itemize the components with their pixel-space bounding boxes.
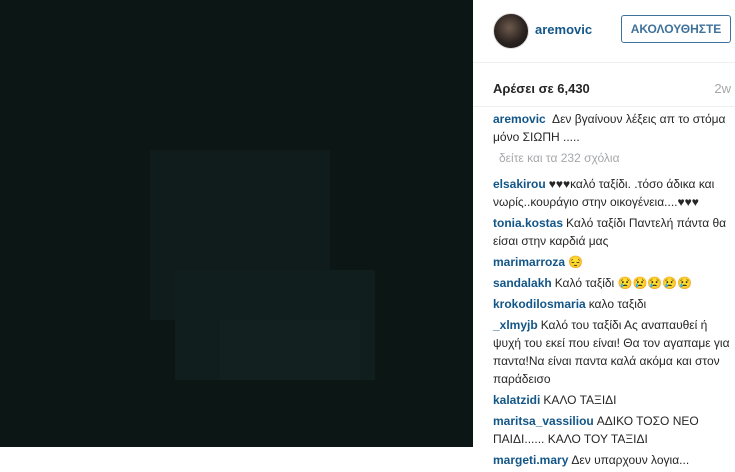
comment-text: 😔	[568, 255, 583, 269]
comment-username[interactable]: sandalakh	[493, 276, 552, 290]
post-age[interactable]: 2w	[714, 81, 731, 96]
caption-username[interactable]: aremovic	[493, 112, 546, 126]
post-header: aremovic ΑΚΟΛΟΥΘΗΣΤΕ	[473, 0, 735, 63]
likes-count[interactable]: Αρέσει σε 6,430	[493, 81, 590, 96]
comment-username[interactable]: tonia.kostas	[493, 216, 563, 230]
comment-username[interactable]: krokodilosmaria	[493, 297, 586, 311]
avatar[interactable]	[493, 13, 529, 49]
comment-item: sandalakh Καλό ταξίδι 😢😢😢😢😢	[493, 274, 731, 292]
comment-username[interactable]: kalatzidi	[493, 393, 540, 407]
post-image[interactable]	[0, 0, 473, 447]
comment-container: elsakirou ♥♥♥καλό ταξίδι. .τόσο άδικα και…	[493, 175, 731, 469]
more-row: δείτε και τα 232 σχόλια	[493, 149, 731, 167]
comment-username[interactable]: maritsa_vassiliou	[493, 414, 594, 428]
comment-text: Καλό ταξίδι 😢😢😢😢😢	[554, 276, 693, 290]
dark-photo-texture	[0, 0, 473, 447]
comment-username[interactable]: _xlmyjb	[493, 318, 538, 332]
comments-list: aremovic Δεν βγαίνουν λέξεις απ το στόμα…	[493, 110, 731, 472]
follow-button[interactable]: ΑΚΟΛΟΥΘΗΣΤΕ	[621, 15, 731, 43]
comment-item: elsakirou ♥♥♥καλό ταξίδι. .τόσο άδικα και…	[493, 175, 731, 211]
view-all-comments-link[interactable]: δείτε και τα 232 σχόλια	[499, 149, 731, 167]
comment-text: Δεν υπαρχουν λογια...	[571, 453, 690, 467]
comment-username[interactable]: marimarroza	[493, 255, 565, 269]
comment-text: καλο ταξιδι	[588, 297, 647, 311]
caption: aremovic Δεν βγαίνουν λέξεις απ το στόμα…	[493, 110, 731, 146]
comment-username[interactable]: elsakirou	[493, 177, 546, 191]
comment-item: krokodilosmaria καλο ταξιδι	[493, 295, 731, 313]
comment-item: tonia.kostas Καλό ταξίδι Παντελή πάντα θα…	[493, 214, 731, 250]
comment-item: margeti.mary Δεν υπαρχουν λογια...	[493, 451, 731, 469]
comment-text: ΚΑΛΟ ΤΑΞΙΔΙ	[543, 393, 617, 407]
comment-item: kalatzidi ΚΑΛΟ ΤΑΞΙΔΙ	[493, 391, 731, 409]
post-sidebar: aremovic ΑΚΟΛΟΥΘΗΣΤΕ Αρέσει σε 6,430 2w …	[473, 0, 735, 467]
comment-item: _xlmyjb Καλό του ταξίδι Ας αναπαυθεί ή ψυ…	[493, 316, 731, 388]
comment-username[interactable]: margeti.mary	[493, 453, 568, 467]
comment-item: maritsa_vassiliou ΑΔΙΚΟ ΤΟΣΟ ΝΕΟ ΠΑΙΔΙ...…	[493, 412, 731, 448]
post-stats: Αρέσει σε 6,430 2w	[473, 62, 735, 107]
post-username[interactable]: aremovic	[535, 22, 592, 37]
comment-item: marimarroza 😔	[493, 253, 731, 271]
